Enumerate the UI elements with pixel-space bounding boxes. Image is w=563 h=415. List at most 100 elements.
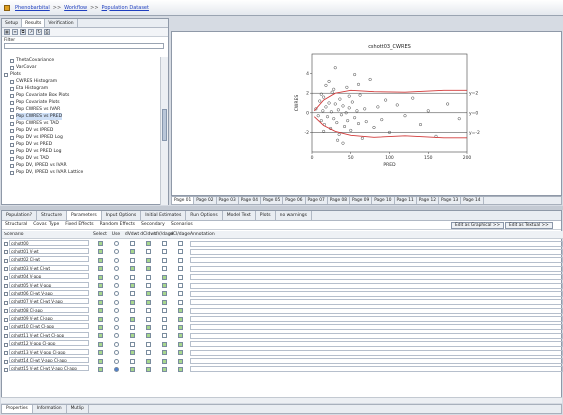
annotation-field[interactable] bbox=[190, 358, 563, 365]
scenario-name[interactable]: cshott05 V-wt V-app bbox=[9, 281, 89, 288]
breadcrumb-link-dataset[interactable]: Population Dataset bbox=[102, 5, 149, 11]
option-checkbox[interactable] bbox=[97, 366, 103, 372]
option-checkbox[interactable] bbox=[177, 316, 183, 322]
option-checkbox[interactable] bbox=[129, 274, 135, 280]
tab-verification[interactable]: Verification bbox=[45, 19, 78, 27]
option-checkbox[interactable] bbox=[97, 299, 103, 305]
option-checkbox[interactable] bbox=[177, 333, 183, 339]
option-checkbox[interactable] bbox=[161, 308, 167, 314]
model-tab[interactable]: Parameters bbox=[66, 211, 102, 220]
scenario-name[interactable]: cshott02 Cl-wt bbox=[9, 256, 89, 263]
use-radio[interactable] bbox=[113, 350, 119, 356]
option-checkbox[interactable] bbox=[129, 324, 135, 330]
option-checkbox[interactable] bbox=[129, 350, 135, 356]
expand-icon[interactable] bbox=[4, 242, 8, 247]
option-checkbox[interactable] bbox=[97, 283, 103, 289]
breadcrumb-link-project[interactable]: Phenobarbital bbox=[15, 5, 50, 11]
page-tab[interactable]: Page 04 bbox=[239, 197, 261, 204]
annotation-field[interactable] bbox=[190, 366, 563, 373]
status-tab[interactable]: Properties bbox=[2, 405, 33, 413]
page-tab[interactable]: Page 11 bbox=[395, 197, 417, 204]
option-checkbox[interactable] bbox=[161, 241, 167, 247]
option-checkbox[interactable] bbox=[161, 266, 167, 272]
model-tab[interactable]: Input Options bbox=[102, 211, 142, 220]
option-checkbox[interactable] bbox=[97, 333, 103, 339]
use-radio[interactable] bbox=[113, 316, 119, 322]
option-checkbox[interactable] bbox=[129, 299, 135, 305]
expand-icon[interactable] bbox=[4, 359, 8, 364]
scenario-name[interactable]: cshott13 V-wt V-app Cl-app bbox=[9, 348, 89, 355]
option-checkbox[interactable] bbox=[161, 324, 167, 330]
scenario-name[interactable]: cshott09 V-wt Cl-app bbox=[9, 315, 89, 322]
scenario-name[interactable]: cshott07 V-wt Cl-wt V-app bbox=[9, 298, 89, 305]
tab-setup[interactable]: Setup bbox=[2, 19, 23, 27]
expand-icon[interactable] bbox=[4, 267, 8, 272]
option-checkbox[interactable] bbox=[129, 249, 135, 255]
scenario-name[interactable]: cshott00 bbox=[9, 239, 89, 246]
option-checkbox[interactable] bbox=[145, 299, 151, 305]
edit-as-textual-button[interactable]: Edit as Textual >> bbox=[505, 222, 553, 229]
expand-icon[interactable] bbox=[4, 292, 8, 297]
scenario-name[interactable]: cshott03 V-wt Cl-wt bbox=[9, 264, 89, 271]
option-checkbox[interactable] bbox=[145, 274, 151, 280]
model-sub-tab[interactable]: Secondary bbox=[138, 221, 168, 229]
option-checkbox[interactable] bbox=[97, 249, 103, 255]
use-radio[interactable] bbox=[113, 291, 119, 297]
annotation-field[interactable] bbox=[190, 257, 563, 264]
grid-horizontal-scrollbar[interactable] bbox=[1, 397, 562, 403]
tree-item[interactable]: Pop Covariate Plots bbox=[2, 99, 160, 106]
print-icon[interactable]: ⎙ bbox=[44, 29, 50, 35]
use-radio[interactable] bbox=[113, 257, 119, 263]
option-checkbox[interactable] bbox=[97, 257, 103, 263]
tree-item[interactable]: Pop DV vs PRED Log bbox=[2, 148, 160, 155]
option-checkbox[interactable] bbox=[161, 283, 167, 289]
page-tab[interactable]: Page 05 bbox=[261, 197, 284, 204]
model-tab[interactable]: Run Options bbox=[186, 211, 223, 220]
expand-icon[interactable] bbox=[4, 342, 8, 347]
annotation-field[interactable] bbox=[190, 290, 563, 297]
tree-item[interactable]: Pop DV, IPRED vs IVAR bbox=[2, 162, 160, 169]
option-checkbox[interactable] bbox=[145, 291, 151, 297]
option-checkbox[interactable] bbox=[129, 266, 135, 272]
annotation-field[interactable] bbox=[190, 274, 563, 281]
option-checkbox[interactable] bbox=[97, 291, 103, 297]
tree-item[interactable]: Pop DV vs IPRED bbox=[2, 127, 160, 134]
option-checkbox[interactable] bbox=[161, 366, 167, 372]
use-radio[interactable] bbox=[113, 324, 119, 330]
page-tab[interactable]: Page 01 bbox=[172, 197, 195, 204]
option-checkbox[interactable] bbox=[161, 291, 167, 297]
model-sub-tab[interactable]: Fixed Effects bbox=[62, 221, 96, 229]
option-checkbox[interactable] bbox=[161, 257, 167, 263]
tree-item[interactable]: Pop DV vs PRED bbox=[2, 141, 160, 148]
option-checkbox[interactable] bbox=[161, 358, 167, 364]
option-checkbox[interactable] bbox=[129, 341, 135, 347]
scenario-name[interactable]: cshott08 Cl-app bbox=[9, 306, 89, 313]
annotation-field[interactable] bbox=[190, 324, 563, 331]
use-radio[interactable] bbox=[113, 274, 119, 280]
scenario-name[interactable]: cshott15 V-wt Cl-wt V-app Cl-app bbox=[9, 365, 89, 372]
use-radio[interactable] bbox=[113, 341, 119, 347]
expand-icon[interactable] bbox=[4, 309, 8, 314]
option-checkbox[interactable] bbox=[97, 266, 103, 272]
option-checkbox[interactable] bbox=[177, 241, 183, 247]
option-checkbox[interactable] bbox=[145, 241, 151, 247]
annotation-field[interactable] bbox=[190, 299, 563, 306]
option-checkbox[interactable] bbox=[145, 341, 151, 347]
page-tab[interactable]: Page 07 bbox=[306, 197, 328, 204]
option-checkbox[interactable] bbox=[177, 257, 183, 263]
option-checkbox[interactable] bbox=[145, 249, 151, 255]
option-checkbox[interactable] bbox=[177, 308, 183, 314]
page-tab[interactable]: Page 12 bbox=[417, 197, 439, 204]
model-tab[interactable]: Population? bbox=[2, 211, 38, 220]
expand-icon[interactable] bbox=[4, 284, 8, 289]
expand-icon[interactable] bbox=[4, 300, 8, 305]
option-checkbox[interactable] bbox=[177, 283, 183, 289]
page-tab[interactable]: Page 02 bbox=[194, 197, 217, 204]
use-radio[interactable] bbox=[113, 333, 119, 339]
scenario-name[interactable]: cshott06 Cl-wt V-app bbox=[9, 289, 89, 296]
option-checkbox[interactable] bbox=[129, 316, 135, 322]
scenario-name[interactable]: cshott01 V-wt bbox=[9, 247, 89, 254]
copy-icon[interactable]: ⧉ bbox=[20, 29, 26, 35]
option-checkbox[interactable] bbox=[129, 308, 135, 314]
option-checkbox[interactable] bbox=[129, 241, 135, 247]
